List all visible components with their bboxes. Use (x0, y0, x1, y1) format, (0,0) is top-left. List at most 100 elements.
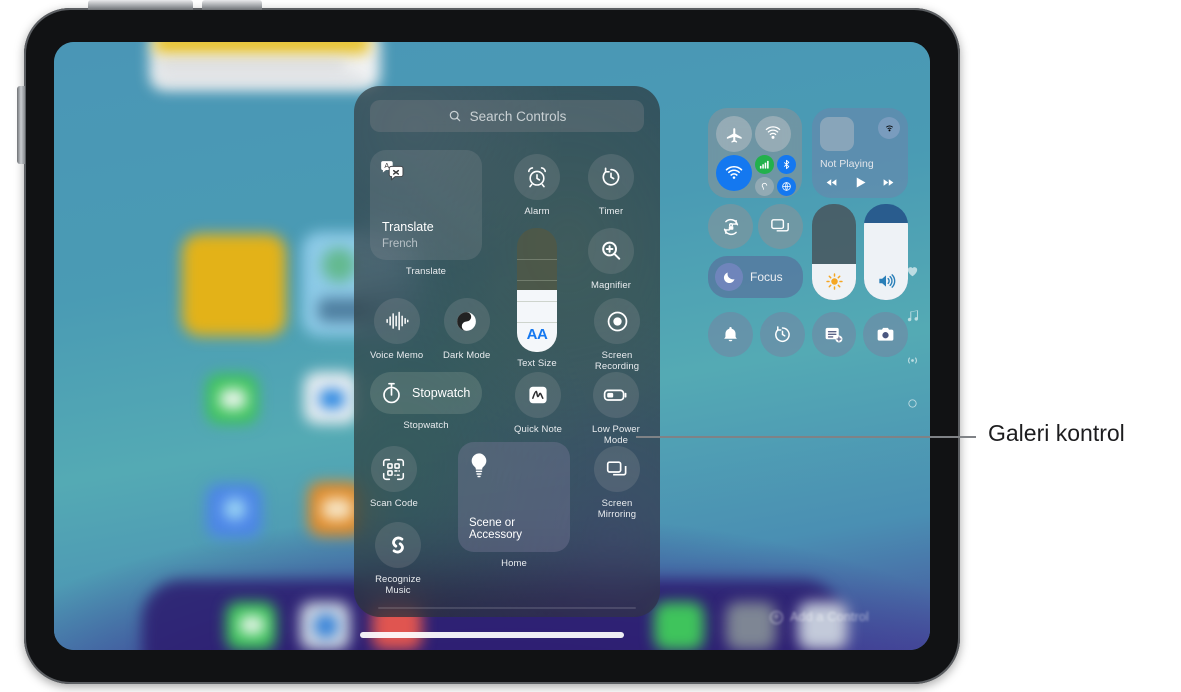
gallery-item-recognize-music[interactable]: Recognize Music (370, 522, 426, 596)
gallery-item-alarm[interactable]: Alarm (514, 154, 560, 217)
quick-note-plus-icon (823, 324, 844, 345)
timer-icon (772, 324, 793, 345)
gallery-item-dark-mode[interactable]: Dark Mode (443, 298, 490, 361)
quick-note-button[interactable] (811, 312, 857, 357)
wallpaper-app-icon-glyph (224, 498, 246, 520)
airplay-audio-button[interactable] (878, 117, 900, 139)
stopwatch-pill[interactable]: Stopwatch (370, 372, 482, 414)
home-indicator[interactable] (360, 632, 624, 638)
recognize-music-button[interactable] (375, 522, 421, 568)
gallery-item-voice-memo[interactable]: Voice Memo (370, 298, 423, 361)
circle-dot-icon[interactable] (907, 398, 918, 409)
gallery-item-label: Voice Memo (370, 350, 424, 361)
lightbulb-icon (468, 452, 560, 478)
search-controls-field[interactable]: Search Controls (370, 100, 644, 132)
callout-label: Galeri kontrol (988, 420, 1125, 446)
ipad-top-button (88, 0, 193, 10)
timer-button[interactable] (588, 154, 634, 200)
volume-slider[interactable] (864, 204, 908, 300)
timer-button[interactable] (759, 312, 805, 357)
text-size-slider[interactable]: AA (517, 228, 557, 352)
brightness-slider[interactable] (812, 204, 856, 300)
wifi-button[interactable] (716, 155, 752, 191)
low-power-mode-button[interactable] (593, 372, 639, 418)
ipad-side-button (17, 86, 25, 164)
callout-leader-line (636, 436, 976, 438)
camera-icon (875, 324, 896, 345)
airdrop-button[interactable] (755, 116, 791, 152)
home-scene-tile[interactable]: Scene or Accessory (458, 442, 570, 552)
play-icon[interactable] (853, 175, 868, 190)
gallery-item-quick-note[interactable]: Quick Note (514, 372, 562, 435)
gallery-item-label: Screen Recording (594, 350, 640, 373)
gallery-item-screen-recording[interactable]: Screen Recording (588, 298, 646, 372)
cellular-data-button[interactable] (755, 155, 774, 174)
voice-memo-button[interactable] (373, 298, 420, 344)
dark-mode-icon (454, 309, 479, 334)
rotation-lock-button[interactable] (708, 204, 753, 249)
fast-forward-icon[interactable] (880, 176, 897, 189)
quick-note-icon (526, 383, 550, 407)
screen-recording-button[interactable] (594, 298, 640, 344)
focus-button[interactable]: Focus (708, 256, 803, 298)
search-icon (448, 109, 462, 123)
home-scene-title: Scene or Accessory (469, 517, 523, 541)
dock-app-icon-glyph (314, 614, 338, 638)
airplane-mode-button[interactable] (716, 116, 752, 152)
wallpaper-app-icon-glyph (322, 498, 352, 520)
connectivity-small-buttons (755, 155, 796, 196)
airplane-icon (725, 125, 744, 144)
personal-hotspot-button[interactable] (755, 177, 774, 196)
bluetooth-icon (781, 159, 792, 170)
controls-gallery-panel: Search Controls A Translate French Trans… (354, 86, 660, 617)
now-playing-top (820, 117, 900, 151)
dark-mode-button[interactable] (443, 298, 490, 344)
wallpaper-widget-line (158, 75, 364, 82)
aa-icon: AA (526, 326, 548, 343)
gallery-item-label: Dark Mode (443, 350, 491, 361)
rotation-lock-icon (720, 216, 742, 238)
now-playing-transport (820, 175, 900, 190)
gallery-item-screen-mirroring[interactable]: Screen Mirroring (588, 446, 646, 520)
gallery-item-magnifier[interactable]: Magnifier (588, 228, 634, 291)
gallery-item-timer[interactable]: Timer (588, 154, 634, 217)
text-size-tick (517, 259, 557, 260)
airplay-audio-icon (883, 122, 896, 135)
gallery-item-stopwatch[interactable]: Stopwatch Stopwatch (370, 372, 482, 431)
now-playing-module[interactable]: Not Playing (812, 108, 908, 198)
quick-note-button[interactable] (515, 372, 561, 418)
gallery-item-translate[interactable]: A Translate French Translate (370, 150, 482, 277)
gallery-item-home[interactable]: Scene or Accessory Home (458, 442, 570, 569)
wallpaper-widget-header (154, 42, 370, 54)
translate-tile[interactable]: A Translate French (370, 150, 482, 260)
add-a-control-label: Add a Control (790, 610, 870, 624)
gallery-item-scan-code[interactable]: Scan Code (370, 446, 418, 509)
focus-label: Focus (750, 270, 783, 284)
wifi-icon (724, 163, 744, 183)
screen-mirroring-button[interactable] (594, 446, 640, 492)
scan-code-button[interactable] (370, 446, 417, 492)
waveform-icon (385, 310, 409, 332)
gallery-item-label: Magnifier (591, 280, 631, 291)
dock-app-icon (654, 602, 704, 650)
gallery-content: Search Controls A Translate French Trans… (370, 100, 644, 610)
rewind-icon[interactable] (823, 176, 840, 189)
gallery-item-text-size[interactable]: AA Text Size (517, 228, 557, 369)
add-a-control-button[interactable]: + Add a Control (770, 610, 869, 624)
gallery-item-label: Recognize Music (375, 574, 421, 597)
alarm-clock-icon (525, 165, 549, 189)
alarm-button[interactable] (514, 154, 560, 200)
vpn-button[interactable] (777, 177, 796, 196)
gallery-item-label: Text Size (517, 358, 557, 369)
bell-icon (721, 325, 740, 344)
screen-mirroring-button[interactable] (758, 204, 803, 249)
wallpaper-widget-yellow (182, 234, 286, 336)
control-center-bottom-row (708, 312, 908, 357)
camera-button[interactable] (863, 312, 908, 357)
silent-mode-button[interactable] (708, 312, 753, 357)
ipad-frame: + Add a Control Not Playing Focus Search… (17, 0, 960, 684)
qr-code-icon (381, 457, 406, 482)
text-size-tick (517, 322, 557, 323)
magnifier-button[interactable] (588, 228, 634, 274)
bluetooth-button[interactable] (777, 155, 796, 174)
